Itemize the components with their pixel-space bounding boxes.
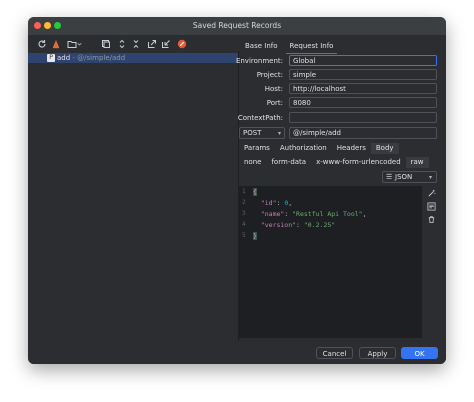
- title-bar: Saved Request Records: [28, 17, 446, 35]
- context-path-label: ContextPath:: [237, 114, 283, 122]
- host-row: Host: http://localhost: [239, 83, 446, 95]
- trash-icon[interactable]: [426, 214, 436, 224]
- code-line: "id": 0,: [253, 199, 293, 207]
- chevron-down-icon: ▾: [428, 174, 432, 181]
- code-line: {: [253, 188, 257, 196]
- line-number-gutter: 1 2 3 4 5: [239, 186, 251, 338]
- body-type-none[interactable]: none: [239, 157, 266, 168]
- chevron-down-icon[interactable]: [76, 39, 83, 49]
- apply-button[interactable]: Apply: [359, 347, 396, 359]
- code-line: }: [253, 232, 257, 240]
- import-icon[interactable]: [161, 39, 171, 49]
- context-path-field[interactable]: [289, 112, 437, 123]
- code-line: "version": "0.2.25": [253, 221, 336, 229]
- port-field[interactable]: 8080: [289, 97, 437, 108]
- method-value: POST: [243, 129, 262, 137]
- clear-icon[interactable]: [177, 39, 187, 49]
- json-file-icon: ☰: [386, 173, 393, 181]
- request-tree: P add - @/simple/add: [28, 51, 238, 341]
- tree-item-label: add - @/simple/add: [57, 54, 125, 62]
- dialog-window: Saved Request Records P add - @/simple/a…: [28, 17, 446, 364]
- tab-params[interactable]: Params: [239, 143, 275, 154]
- body-format-select[interactable]: ☰ JSON ▾: [382, 171, 437, 183]
- project-row: Project: simple: [239, 69, 446, 81]
- code-line: "name": "Restful Api Tool",: [253, 210, 367, 218]
- environment-label: Environment:: [235, 57, 283, 65]
- tab-body[interactable]: Body: [370, 143, 399, 154]
- refresh-icon[interactable]: [37, 39, 47, 49]
- tree-item-name: add: [57, 54, 71, 62]
- line-number: 5: [242, 232, 246, 239]
- port-row: Port: 8080: [239, 97, 446, 109]
- tree-toolbar: [28, 37, 238, 51]
- format-icon[interactable]: [426, 201, 436, 211]
- body-type-tabs: none form-data x-www-form-urlencoded raw: [239, 157, 429, 168]
- project-label: Project:: [256, 71, 283, 79]
- expand-all-icon[interactable]: [117, 39, 127, 49]
- environment-row: Environment: Global: [235, 55, 446, 67]
- tab-authorization[interactable]: Authorization: [275, 143, 332, 154]
- port-label: Port:: [266, 99, 283, 107]
- body-type-urlencoded[interactable]: x-www-form-urlencoded: [311, 157, 406, 168]
- context-path-row: ContextPath:: [237, 112, 446, 124]
- request-tabs: Params Authorization Headers Body: [239, 143, 399, 154]
- line-number: 1: [242, 188, 246, 195]
- body-format-value: JSON: [395, 173, 413, 181]
- chevron-down-icon: ▾: [277, 130, 281, 137]
- line-number: 3: [242, 210, 246, 217]
- tree-item-path: @/simple/add: [77, 54, 126, 62]
- method-select[interactable]: POST ▾: [239, 127, 285, 139]
- project-field[interactable]: simple: [289, 69, 437, 80]
- tree-item[interactable]: P add - @/simple/add: [28, 53, 238, 63]
- cancel-button[interactable]: Cancel: [316, 347, 353, 359]
- body-type-raw[interactable]: raw: [405, 157, 429, 168]
- host-field[interactable]: http://localhost: [289, 83, 437, 94]
- info-tabs: Base Info Request Info: [239, 40, 340, 54]
- body-editor[interactable]: 1 2 3 4 5 { "id": 0, "name": "Restful Ap…: [239, 186, 422, 338]
- window-title: Saved Request Records: [192, 21, 282, 30]
- tab-headers[interactable]: Headers: [332, 143, 371, 154]
- tab-request-info[interactable]: Request Info: [284, 40, 340, 54]
- ok-button[interactable]: OK: [401, 347, 438, 359]
- environment-select[interactable]: Global: [289, 55, 437, 66]
- post-method-icon: P: [47, 54, 55, 62]
- copy-icon[interactable]: [101, 39, 111, 49]
- magic-wand-icon[interactable]: [426, 188, 436, 198]
- tab-base-info[interactable]: Base Info: [239, 40, 284, 52]
- body-type-form-data[interactable]: form-data: [266, 157, 311, 168]
- dialog-footer: Cancel Apply OK: [28, 341, 446, 364]
- line-number: 4: [242, 221, 246, 228]
- host-label: Host:: [264, 85, 283, 93]
- url-field[interactable]: @/simple/add: [289, 127, 437, 139]
- collapse-all-icon[interactable]: [131, 39, 141, 49]
- export-icon[interactable]: [147, 39, 157, 49]
- delete-icon[interactable]: [51, 39, 61, 49]
- line-number: 2: [242, 199, 246, 206]
